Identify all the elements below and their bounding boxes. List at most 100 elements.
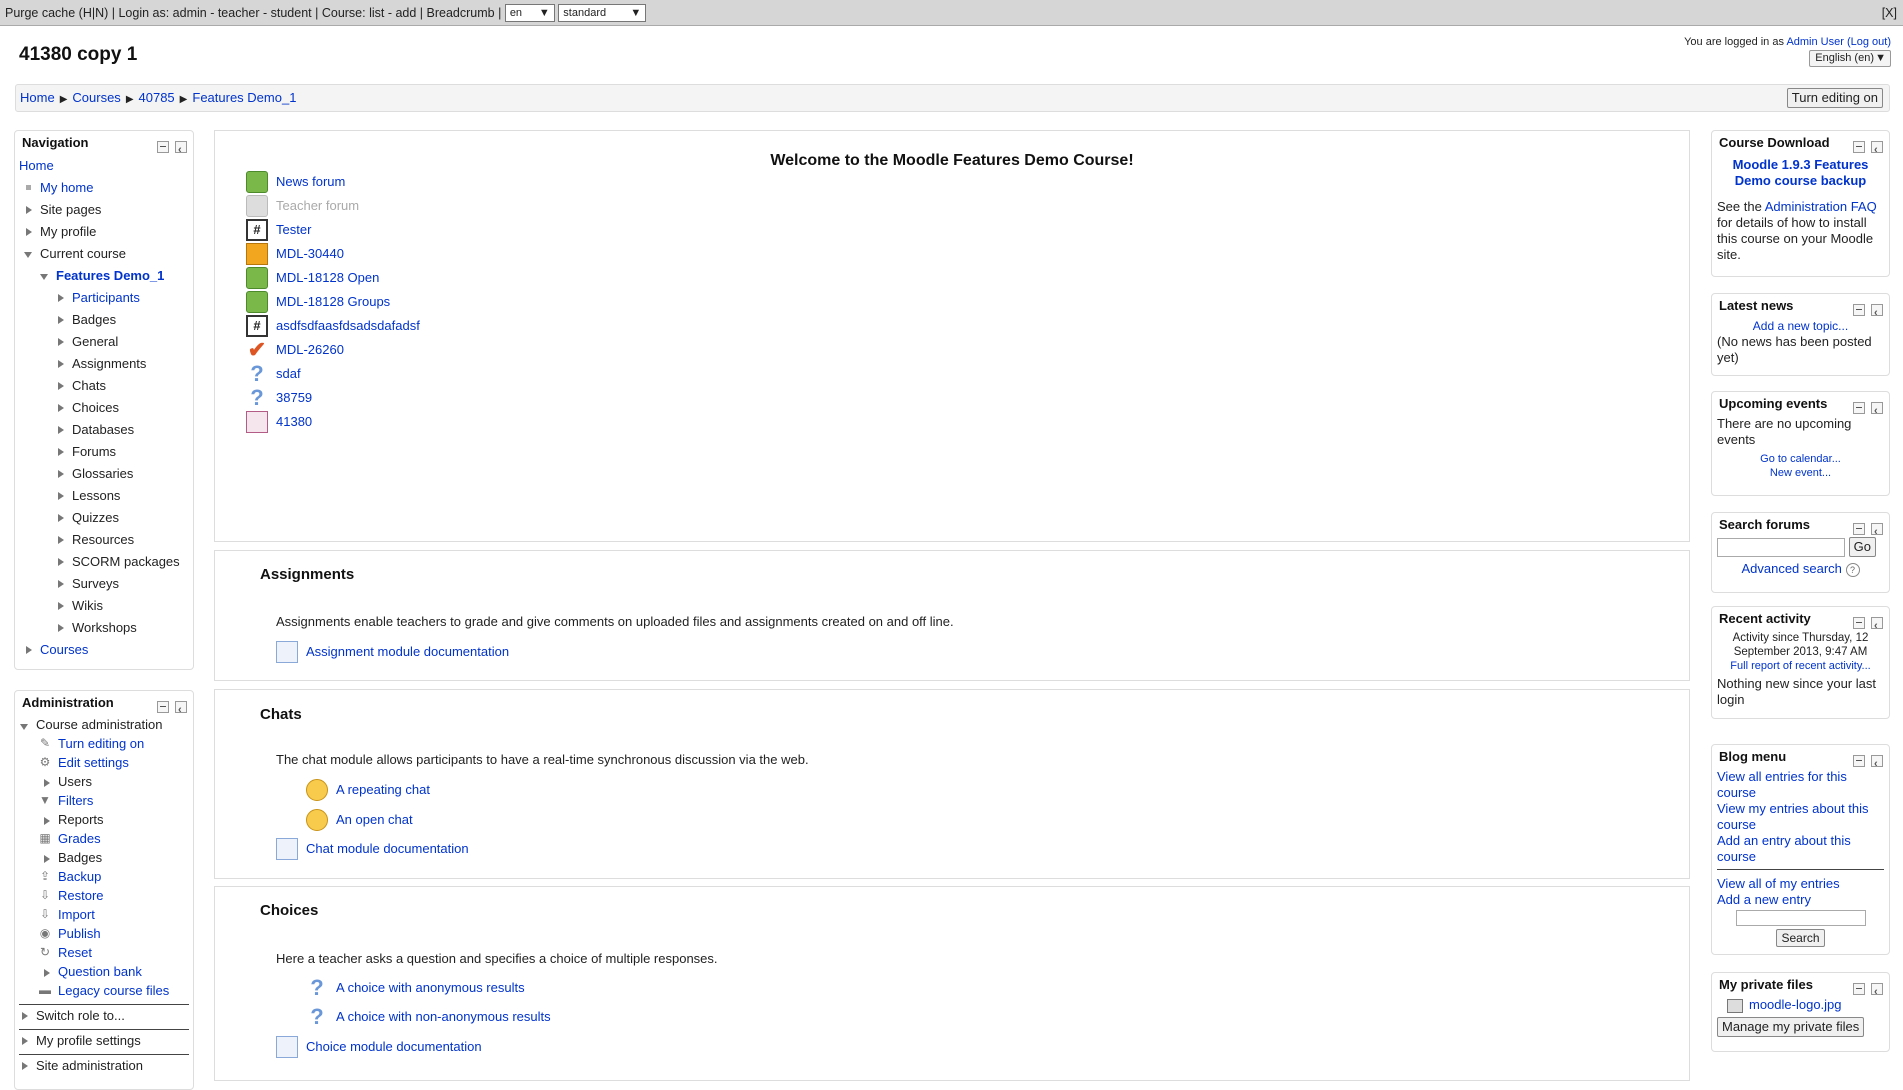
blog-view-all-my-entries[interactable]: View all of my entries: [1717, 876, 1840, 891]
minimize-icon[interactable]: [1853, 304, 1865, 316]
nav-site-pages[interactable]: Site pages: [26, 199, 193, 221]
activity-link[interactable]: Chat module documentation: [276, 838, 469, 860]
activity-link[interactable]: # asdfsdfaasfdsadsdafadsf: [246, 315, 420, 337]
activity-link[interactable]: A repeating chat: [306, 779, 430, 801]
nav-course-item[interactable]: Badges: [58, 309, 193, 331]
logout-link[interactable]: (Log out): [1847, 36, 1891, 48]
file-link[interactable]: moodle-logo.jpg: [1749, 997, 1842, 1012]
admin-item[interactable]: ▼ Filters: [39, 791, 193, 810]
nav-my-home[interactable]: My home: [40, 180, 93, 195]
admin-item[interactable]: Badges: [44, 848, 193, 867]
minimize-icon[interactable]: [1853, 755, 1865, 767]
nav-course-item[interactable]: Choices: [58, 397, 193, 419]
nav-courses-link[interactable]: Courses: [40, 642, 88, 657]
admin-item[interactable]: ⇪ Backup: [40, 867, 193, 886]
language-select[interactable]: English (en) ▼: [1809, 50, 1891, 67]
blog-search-button[interactable]: Search: [1776, 928, 1825, 947]
nav-course-item[interactable]: Workshops: [58, 617, 193, 639]
nav-course-item[interactable]: Forums: [58, 441, 193, 463]
minimize-icon[interactable]: [1853, 617, 1865, 629]
nav-course-item[interactable]: Chats: [58, 375, 193, 397]
admin-item[interactable]: ⇩ Import: [40, 905, 193, 924]
dock-icon[interactable]: [1871, 138, 1883, 162]
activity-link[interactable]: An open chat: [306, 809, 413, 831]
admin-item[interactable]: ✎ Turn editing on: [40, 734, 193, 753]
activity-link[interactable]: Choice module documentation: [276, 1036, 482, 1058]
blog-view-my-course-entries[interactable]: View my entries about this course: [1717, 801, 1869, 832]
dock-icon[interactable]: [1871, 301, 1883, 325]
minimize-icon[interactable]: [157, 701, 169, 713]
activity-link[interactable]: 41380: [246, 411, 312, 433]
minimize-icon[interactable]: [1853, 402, 1865, 414]
admin-item[interactable]: ⚙ Edit settings: [40, 753, 193, 772]
activity-link[interactable]: Teacher forum: [246, 195, 359, 217]
nav-course-item[interactable]: SCORM packages: [58, 551, 193, 573]
nav-course-item[interactable]: Lessons: [58, 485, 193, 507]
blog-search-input[interactable]: [1735, 910, 1866, 926]
minimize-icon[interactable]: [157, 141, 169, 153]
nav-course-item[interactable]: Databases: [58, 419, 193, 441]
course-backup-link[interactable]: Moodle 1.9.3 Features Demo course backup: [1733, 157, 1869, 188]
activity-link[interactable]: ✔ MDL-26260: [248, 339, 344, 361]
full-report-link[interactable]: Full report of recent activity...: [1730, 660, 1870, 672]
add-topic-link[interactable]: Add a new topic...: [1753, 319, 1848, 333]
nav-course-item[interactable]: Quizzes: [58, 507, 193, 529]
dock-icon[interactable]: [1871, 520, 1883, 544]
nav-current-course[interactable]: Current course: [24, 243, 193, 265]
course-administration[interactable]: Course administration: [20, 715, 193, 734]
activity-link[interactable]: ? sdaf: [250, 363, 300, 385]
dock-icon[interactable]: [1871, 399, 1883, 423]
admin-item[interactable]: Users: [44, 772, 193, 791]
activity-link[interactable]: Assignment module documentation: [276, 641, 509, 663]
nav-course-item[interactable]: Surveys: [58, 573, 193, 595]
dock-icon[interactable]: [175, 698, 187, 722]
advanced-search-link[interactable]: Advanced search: [1741, 561, 1841, 576]
activity-link[interactable]: MDL-18128 Open: [246, 267, 379, 289]
switch-role[interactable]: Switch role to...: [22, 1005, 193, 1027]
lang-select[interactable]: en ▼: [504, 3, 555, 22]
minimize-icon[interactable]: [1853, 523, 1865, 535]
breadcrumb-home[interactable]: Home: [20, 90, 55, 105]
user-link[interactable]: Admin User: [1786, 36, 1843, 48]
nav-course-item[interactable]: Resources: [58, 529, 193, 551]
nav-course-link[interactable]: Features Demo_1: [56, 268, 164, 283]
site-administration[interactable]: Site administration: [22, 1055, 193, 1077]
activity-link[interactable]: MDL-18128 Groups: [246, 291, 390, 313]
minimize-icon[interactable]: [1853, 983, 1865, 995]
blog-add-course-entry[interactable]: Add an entry about this course: [1717, 833, 1851, 864]
dock-icon[interactable]: [1871, 752, 1883, 776]
activity-link[interactable]: News forum: [246, 171, 345, 193]
minimize-icon[interactable]: [1853, 141, 1865, 153]
nav-course-item[interactable]: Glossaries: [58, 463, 193, 485]
dock-icon[interactable]: [1871, 980, 1883, 1004]
admin-item[interactable]: ⇩ Restore: [40, 886, 193, 905]
breadcrumb-courses[interactable]: Courses: [72, 90, 120, 105]
admin-item[interactable]: ↻ Reset: [40, 943, 193, 962]
breadcrumb-course[interactable]: Features Demo_1: [192, 90, 296, 105]
manage-private-files-button[interactable]: Manage my private files: [1717, 1017, 1865, 1037]
activity-link[interactable]: ? 38759: [250, 387, 312, 409]
activity-link[interactable]: MDL-30440: [246, 243, 344, 265]
admin-item[interactable]: ◉ Publish: [40, 924, 193, 943]
activity-link[interactable]: # Tester: [246, 219, 311, 241]
nav-course-item[interactable]: General: [58, 331, 193, 353]
new-event-link[interactable]: New event...: [1770, 467, 1831, 479]
turn-editing-on-button[interactable]: Turn editing on: [1786, 88, 1883, 108]
help-icon[interactable]: ?: [1845, 563, 1860, 577]
breadcrumb-category[interactable]: 40785: [139, 90, 175, 105]
close-devbar-button[interactable]: [X]: [1882, 0, 1897, 26]
activity-link[interactable]: ? A choice with non-anonymous results: [310, 1006, 550, 1028]
activity-link[interactable]: ? A choice with anonymous results: [310, 977, 524, 999]
search-forums-input[interactable]: [1717, 537, 1845, 557]
admin-item[interactable]: Reports: [44, 810, 193, 829]
devbar-links[interactable]: Purge cache (H|N) | Login as: admin - te…: [5, 6, 501, 20]
nav-course-item[interactable]: Wikis: [58, 595, 193, 617]
admin-faq-link[interactable]: Administration FAQ: [1765, 199, 1877, 214]
nav-home-link[interactable]: Home: [19, 158, 54, 173]
nav-course-item[interactable]: Assignments: [58, 353, 193, 375]
dock-icon[interactable]: [175, 138, 187, 162]
theme-select[interactable]: standard ▼: [558, 3, 647, 22]
my-profile-settings[interactable]: My profile settings: [22, 1030, 193, 1052]
admin-item[interactable]: ▬ Legacy course files: [39, 981, 193, 1000]
blog-add-new-entry[interactable]: Add a new entry: [1717, 892, 1811, 907]
